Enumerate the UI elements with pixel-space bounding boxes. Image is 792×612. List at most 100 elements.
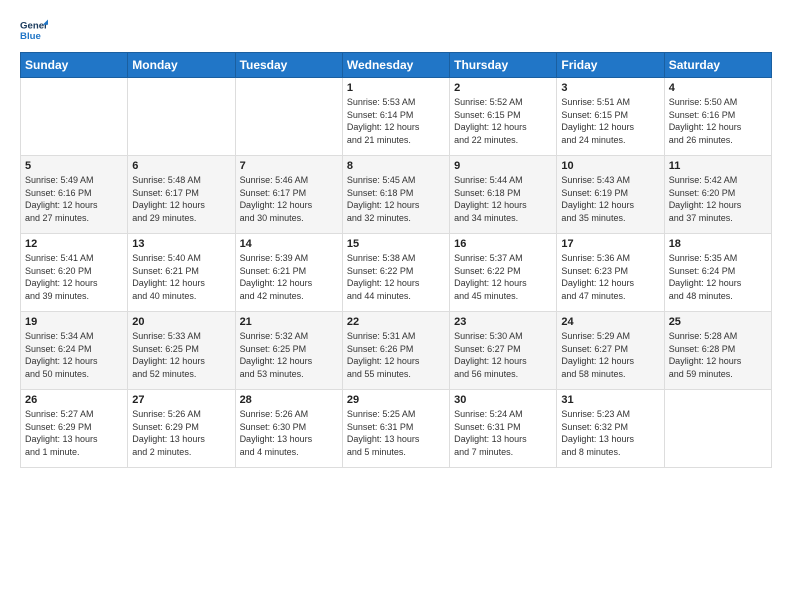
day-number: 3 <box>561 82 659 94</box>
day-info: Sunrise: 5:45 AM Sunset: 6:18 PM Dayligh… <box>347 174 445 224</box>
calendar-cell: 20 Sunrise: 5:33 AM Sunset: 6:25 PM Dayli… <box>128 312 235 390</box>
day-number: 25 <box>669 316 767 328</box>
calendar-cell: 12Sunrise: 5:41 AM Sunset: 6:20 PM Dayli… <box>21 234 128 312</box>
day-number: 18 <box>669 238 767 250</box>
header-day-friday: Friday <box>557 53 664 78</box>
calendar-cell: 2 Sunrise: 5:52 AM Sunset: 6:15 PM Daylig… <box>450 78 557 156</box>
day-number: 16 <box>454 238 552 250</box>
day-number: 17 <box>561 238 659 250</box>
day-info: Sunrise: 5:42 AM Sunset: 6:20 PM Dayligh… <box>669 174 767 224</box>
calendar-cell: 4 Sunrise: 5:50 AM Sunset: 6:16 PM Daylig… <box>664 78 771 156</box>
day-info: Sunrise: 5:44 AM Sunset: 6:18 PM Dayligh… <box>454 174 552 224</box>
header-row: General Blue <box>20 16 772 44</box>
day-info: Sunrise: 5:35 AM Sunset: 6:24 PM Dayligh… <box>669 252 767 302</box>
day-number: 15 <box>347 238 445 250</box>
calendar-cell: 29 Sunrise: 5:25 AM Sunset: 6:31 PM Dayli… <box>342 390 449 468</box>
day-info: Sunrise: 5:49 AM Sunset: 6:16 PM Dayligh… <box>25 174 123 224</box>
day-number: 6 <box>132 160 230 172</box>
day-info: Sunrise: 5:50 AM Sunset: 6:16 PM Dayligh… <box>669 96 767 146</box>
page-container: General Blue SundayMondayTuesdayWednesda… <box>0 0 792 478</box>
day-number: 24 <box>561 316 659 328</box>
day-info: Sunrise: 5:51 AM Sunset: 6:15 PM Dayligh… <box>561 96 659 146</box>
calendar-cell: 10 Sunrise: 5:43 AM Sunset: 6:19 PM Dayli… <box>557 156 664 234</box>
calendar-cell: 21 Sunrise: 5:32 AM Sunset: 6:25 PM Dayli… <box>235 312 342 390</box>
week-row-1: 1Sunrise: 5:53 AM Sunset: 6:14 PM Daylig… <box>21 78 772 156</box>
day-number: 13 <box>132 238 230 250</box>
day-number: 20 <box>132 316 230 328</box>
calendar-cell: 23 Sunrise: 5:30 AM Sunset: 6:27 PM Dayli… <box>450 312 557 390</box>
day-number: 22 <box>347 316 445 328</box>
header-day-wednesday: Wednesday <box>342 53 449 78</box>
day-info: Sunrise: 5:33 AM Sunset: 6:25 PM Dayligh… <box>132 330 230 380</box>
day-info: Sunrise: 5:38 AM Sunset: 6:22 PM Dayligh… <box>347 252 445 302</box>
header-row-days: SundayMondayTuesdayWednesdayThursdayFrid… <box>21 53 772 78</box>
day-number: 2 <box>454 82 552 94</box>
day-number: 19 <box>25 316 123 328</box>
day-number: 10 <box>561 160 659 172</box>
day-number: 31 <box>561 394 659 406</box>
day-info: Sunrise: 5:48 AM Sunset: 6:17 PM Dayligh… <box>132 174 230 224</box>
calendar-table: SundayMondayTuesdayWednesdayThursdayFrid… <box>20 52 772 468</box>
day-info: Sunrise: 5:30 AM Sunset: 6:27 PM Dayligh… <box>454 330 552 380</box>
day-info: Sunrise: 5:31 AM Sunset: 6:26 PM Dayligh… <box>347 330 445 380</box>
day-info: Sunrise: 5:39 AM Sunset: 6:21 PM Dayligh… <box>240 252 338 302</box>
calendar-cell: 6 Sunrise: 5:48 AM Sunset: 6:17 PM Daylig… <box>128 156 235 234</box>
day-info: Sunrise: 5:23 AM Sunset: 6:32 PM Dayligh… <box>561 408 659 458</box>
calendar-cell: 8 Sunrise: 5:45 AM Sunset: 6:18 PM Daylig… <box>342 156 449 234</box>
calendar-cell: 19 Sunrise: 5:34 AM Sunset: 6:24 PM Dayli… <box>21 312 128 390</box>
calendar-body: 1Sunrise: 5:53 AM Sunset: 6:14 PM Daylig… <box>21 78 772 468</box>
calendar-cell: 28 Sunrise: 5:26 AM Sunset: 6:30 PM Dayli… <box>235 390 342 468</box>
header-day-sunday: Sunday <box>21 53 128 78</box>
day-info: Sunrise: 5:24 AM Sunset: 6:31 PM Dayligh… <box>454 408 552 458</box>
week-row-5: 26 Sunrise: 5:27 AM Sunset: 6:29 PM Dayli… <box>21 390 772 468</box>
day-number: 21 <box>240 316 338 328</box>
day-info: Sunrise: 5:43 AM Sunset: 6:19 PM Dayligh… <box>561 174 659 224</box>
week-row-3: 12Sunrise: 5:41 AM Sunset: 6:20 PM Dayli… <box>21 234 772 312</box>
day-info: Sunrise: 5:32 AM Sunset: 6:25 PM Dayligh… <box>240 330 338 380</box>
day-number: 23 <box>454 316 552 328</box>
day-info: Sunrise: 5:29 AM Sunset: 6:27 PM Dayligh… <box>561 330 659 380</box>
week-row-2: 5 Sunrise: 5:49 AM Sunset: 6:16 PM Daylig… <box>21 156 772 234</box>
calendar-cell: 14Sunrise: 5:39 AM Sunset: 6:21 PM Dayli… <box>235 234 342 312</box>
week-row-4: 19 Sunrise: 5:34 AM Sunset: 6:24 PM Dayli… <box>21 312 772 390</box>
day-info: Sunrise: 5:53 AM Sunset: 6:14 PM Dayligh… <box>347 96 445 146</box>
calendar-cell: 17Sunrise: 5:36 AM Sunset: 6:23 PM Dayli… <box>557 234 664 312</box>
calendar-header: SundayMondayTuesdayWednesdayThursdayFrid… <box>21 53 772 78</box>
day-info: Sunrise: 5:37 AM Sunset: 6:22 PM Dayligh… <box>454 252 552 302</box>
header-day-thursday: Thursday <box>450 53 557 78</box>
day-info: Sunrise: 5:26 AM Sunset: 6:29 PM Dayligh… <box>132 408 230 458</box>
day-number: 11 <box>669 160 767 172</box>
calendar-cell: 25 Sunrise: 5:28 AM Sunset: 6:28 PM Dayli… <box>664 312 771 390</box>
calendar-cell: 3 Sunrise: 5:51 AM Sunset: 6:15 PM Daylig… <box>557 78 664 156</box>
calendar-cell <box>664 390 771 468</box>
logo: General Blue <box>20 16 48 44</box>
day-info: Sunrise: 5:52 AM Sunset: 6:15 PM Dayligh… <box>454 96 552 146</box>
calendar-cell: 5 Sunrise: 5:49 AM Sunset: 6:16 PM Daylig… <box>21 156 128 234</box>
day-info: Sunrise: 5:34 AM Sunset: 6:24 PM Dayligh… <box>25 330 123 380</box>
calendar-cell: 11 Sunrise: 5:42 AM Sunset: 6:20 PM Dayli… <box>664 156 771 234</box>
header-day-monday: Monday <box>128 53 235 78</box>
calendar-cell: 30 Sunrise: 5:24 AM Sunset: 6:31 PM Dayli… <box>450 390 557 468</box>
day-number: 4 <box>669 82 767 94</box>
day-number: 26 <box>25 394 123 406</box>
day-number: 29 <box>347 394 445 406</box>
calendar-cell: 1Sunrise: 5:53 AM Sunset: 6:14 PM Daylig… <box>342 78 449 156</box>
day-number: 8 <box>347 160 445 172</box>
logo-icon: General Blue <box>20 16 48 44</box>
calendar-cell: 9 Sunrise: 5:44 AM Sunset: 6:18 PM Daylig… <box>450 156 557 234</box>
day-info: Sunrise: 5:27 AM Sunset: 6:29 PM Dayligh… <box>25 408 123 458</box>
day-number: 30 <box>454 394 552 406</box>
day-number: 5 <box>25 160 123 172</box>
day-info: Sunrise: 5:25 AM Sunset: 6:31 PM Dayligh… <box>347 408 445 458</box>
calendar-cell <box>21 78 128 156</box>
day-number: 27 <box>132 394 230 406</box>
day-number: 28 <box>240 394 338 406</box>
svg-text:Blue: Blue <box>20 31 41 42</box>
day-info: Sunrise: 5:28 AM Sunset: 6:28 PM Dayligh… <box>669 330 767 380</box>
day-number: 9 <box>454 160 552 172</box>
header-day-saturday: Saturday <box>664 53 771 78</box>
day-info: Sunrise: 5:26 AM Sunset: 6:30 PM Dayligh… <box>240 408 338 458</box>
calendar-cell: 31 Sunrise: 5:23 AM Sunset: 6:32 PM Dayli… <box>557 390 664 468</box>
header-day-tuesday: Tuesday <box>235 53 342 78</box>
calendar-cell <box>235 78 342 156</box>
